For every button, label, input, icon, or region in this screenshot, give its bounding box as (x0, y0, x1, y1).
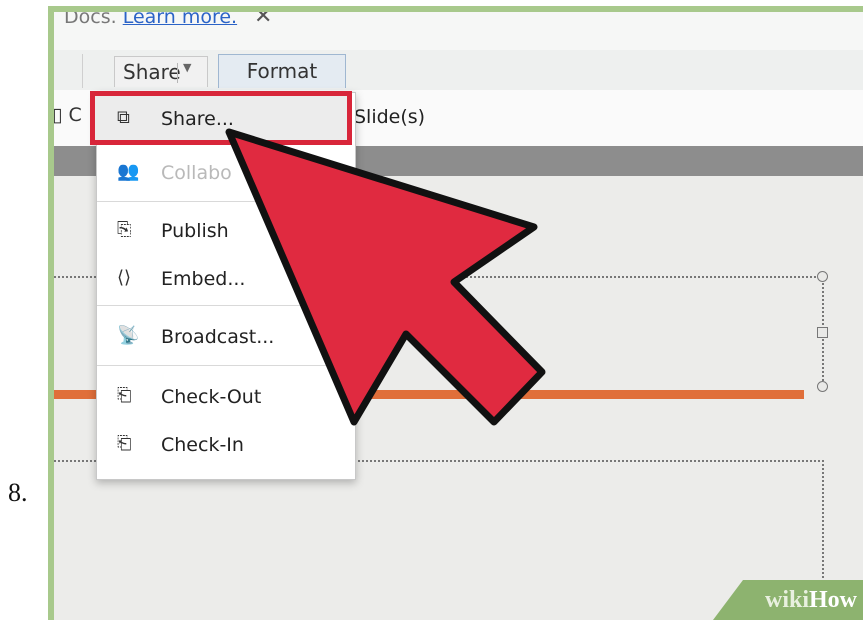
pointer-arrow (225, 128, 546, 426)
step-number: 8. (8, 478, 28, 507)
watermark-part1: wiki (764, 587, 809, 613)
wikihow-watermark: wikiHow (713, 580, 863, 620)
watermark-part2: How (809, 587, 857, 613)
arrow-shape (225, 128, 546, 426)
app-window: Docs. Learn more. ✕ Share ▼ Format ▯ C S… (54, 12, 863, 620)
watermark-text: wikiHow (765, 587, 857, 614)
screenshot-frame: Docs. Learn more. ✕ Share ▼ Format ▯ C S… (48, 6, 863, 620)
